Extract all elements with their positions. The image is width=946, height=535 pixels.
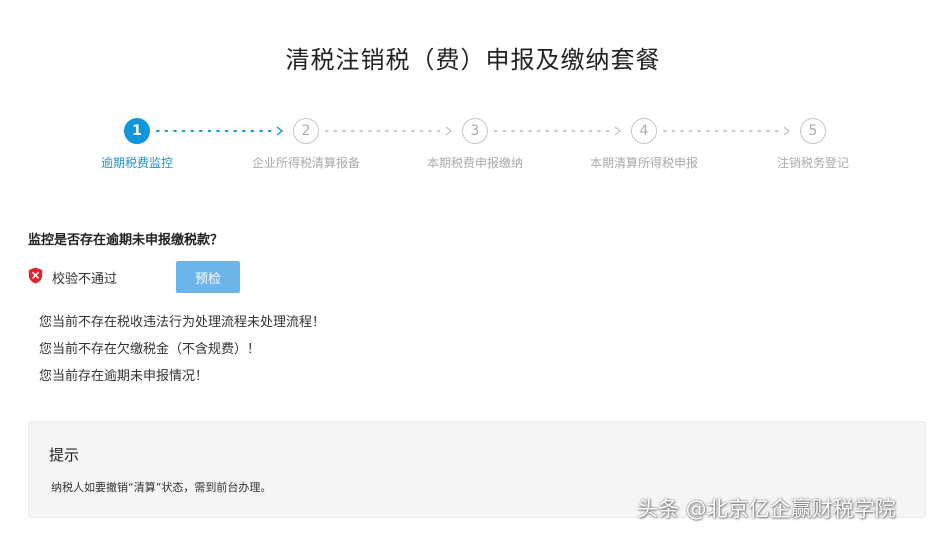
error-shield-icon bbox=[28, 267, 43, 284]
monitor-messages: 您当前不存在税收违法行为处理流程未处理流程！ 您当前不存在欠缴税金（不含规费）！… bbox=[39, 313, 325, 394]
step-3-label[interactable]: 本期税费申报缴纳 bbox=[385, 154, 565, 171]
step-connector-2-3 bbox=[325, 126, 453, 136]
step-2-circle[interactable]: 2 bbox=[293, 118, 319, 144]
step-connector-4-5 bbox=[663, 126, 791, 136]
tip-text: 纳税人如要撤销“清算”状态，需到前台办理。 bbox=[51, 481, 272, 494]
message-item: 您当前不存在税收违法行为处理流程未处理流程！ bbox=[39, 315, 326, 330]
step-3-circle[interactable]: 3 bbox=[462, 118, 488, 144]
message-item: 您当前不存在欠缴税金（不含规费）！ bbox=[39, 342, 261, 357]
step-connector-3-4 bbox=[494, 126, 622, 136]
page-title: 清税注销税（费）申报及缴纳套餐 bbox=[285, 46, 661, 74]
message-item: 您当前存在逾期未申报情况！ bbox=[39, 369, 209, 384]
validation-status-text: 校验不通过 bbox=[52, 272, 118, 287]
watermark-text: 头条 @北京亿企赢财税学院 bbox=[637, 497, 896, 521]
step-4-label[interactable]: 本期清算所得税申报 bbox=[554, 154, 734, 171]
precheck-button[interactable]: 预检 bbox=[176, 261, 240, 293]
step-5-label[interactable]: 注销税务登记 bbox=[723, 154, 903, 171]
step-4-circle[interactable]: 4 bbox=[631, 118, 657, 144]
monitor-question: 监控是否存在逾期未申报缴税款？ bbox=[28, 233, 224, 248]
step-1-circle[interactable]: 1 bbox=[124, 118, 150, 144]
progress-stepper: 1 逾期税费监控 2 企业所得税清算报备 3 本期税费申报缴纳 4 本期清算所得… bbox=[0, 116, 946, 176]
step-1-label[interactable]: 逾期税费监控 bbox=[47, 154, 227, 171]
step-2-label[interactable]: 企业所得税清算报备 bbox=[216, 154, 396, 171]
step-5-circle[interactable]: 5 bbox=[800, 118, 826, 144]
step-connector-1-2 bbox=[156, 126, 284, 136]
validation-status-row: 校验不通过 预检 bbox=[28, 261, 428, 293]
tip-title: 提示 bbox=[49, 446, 80, 464]
